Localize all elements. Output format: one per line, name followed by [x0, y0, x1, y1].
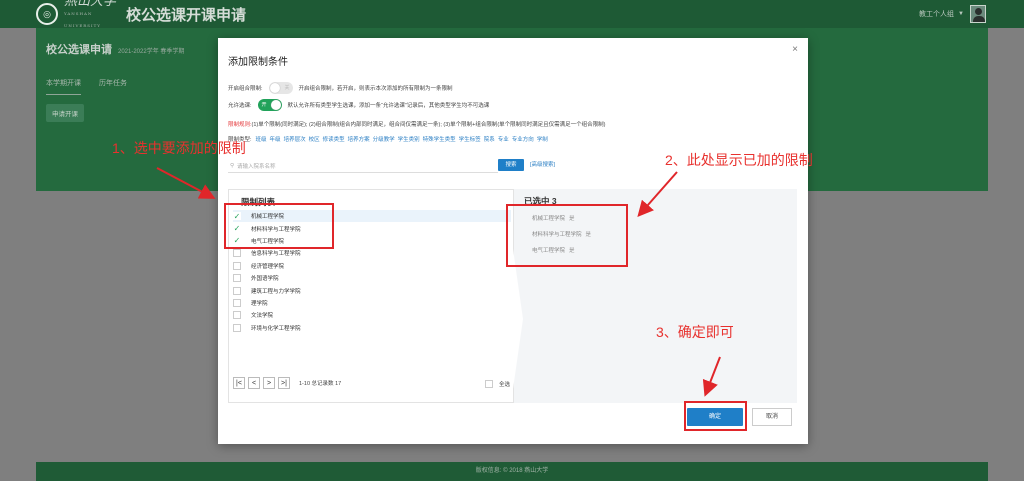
type-links: 班级 年级 培养层次 校区 修读类型 培养方案 分级教学 学生类别 特殊学生类型… [256, 135, 548, 143]
search-input[interactable]: ⚲ 请输入院系名称 [228, 159, 498, 173]
next-page-button[interactable]: > [263, 377, 275, 389]
type-link[interactable]: 分级教学 [373, 135, 395, 143]
type-link[interactable]: 班级 [256, 135, 267, 143]
panel-divider [513, 249, 523, 389]
footer: 版权信息: © 2018 燕山大学 [36, 462, 988, 481]
list-item-label: 信息科学与工程学院 [251, 251, 301, 258]
highlight-confirm-button [684, 401, 747, 431]
rule-text: (1)单个限制(同时满足); (2)组合限制(组合内部同时满足，组合间仅需满足一… [251, 122, 606, 128]
select-all[interactable]: 全选 [485, 380, 510, 388]
dialog-title: 添加限制条件 [228, 57, 288, 68]
page-info: 1-10 总记录数 17 [299, 381, 342, 387]
type-link[interactable]: 专业 [498, 135, 509, 143]
list-item[interactable]: 外国语学院 [233, 272, 511, 284]
app-title: 校公选课开课申请 [126, 6, 247, 24]
term-label: 2021-2022学年 春季学期 [118, 49, 185, 55]
top-bar: ◎ 燕山大学 YANSHAN UNIVERSITY 校公选课开课申请 教工个人组 … [0, 0, 1024, 28]
checkbox[interactable] [233, 261, 241, 270]
combo-desc: 开启组合限制，若开启，则表示本次添加的所有限制为一条限制 [298, 86, 453, 92]
type-link[interactable]: 修读类型 [323, 135, 345, 143]
list-item-label: 文法学院 [251, 313, 274, 320]
cancel-button[interactable]: 取消 [752, 408, 792, 426]
checkbox[interactable] [233, 274, 241, 283]
close-icon[interactable]: × [792, 44, 798, 55]
list-item-label: 环境与化学工程学院 [251, 325, 301, 332]
list-item[interactable]: 文法学院 [233, 309, 511, 321]
highlight-selected-items [506, 204, 628, 267]
checkbox[interactable] [233, 323, 241, 332]
allow-row: 允许选课: 开 默认允许所有类型学生选课，添加一条“允许选课”记录后，其他类型学… [228, 99, 489, 111]
type-link[interactable]: 特殊学生类型 [423, 135, 456, 143]
list-item[interactable]: 环境与化学工程学院 [233, 322, 511, 334]
type-row: 限制类型: 班级 年级 培养层次 校区 修读类型 培养方案 分级教学 学生类别 … [228, 135, 548, 143]
type-link[interactable]: 学生标签 [459, 135, 481, 143]
checkbox[interactable] [233, 286, 241, 295]
tab-current-term[interactable]: 本学期开课 [46, 78, 81, 95]
last-page-button[interactable]: >| [278, 377, 290, 389]
user-label: 教工个人组 [919, 11, 955, 18]
rule-label: 限制规则: [228, 122, 252, 128]
first-page-button[interactable]: |< [233, 377, 245, 389]
page-tabs: 本学期开课 历年任务 [46, 78, 127, 95]
apply-course-button[interactable]: 申请开课 [46, 104, 84, 122]
type-link[interactable]: 校区 [309, 135, 320, 143]
allow-label: 允许选课: [228, 103, 252, 109]
type-link[interactable]: 培养层次 [284, 135, 306, 143]
list-item-label: 建筑工程与力学学院 [251, 288, 301, 295]
pager: |< < > >| 1-10 总记录数 17 [233, 377, 341, 389]
list-item-label: 理学院 [251, 300, 268, 307]
allow-desc: 默认允许所有类型学生选课，添加一条“允许选课”记录后，其他类型学生均不可选课 [287, 103, 490, 109]
list-item-label: 外国语学院 [251, 276, 279, 283]
user-menu[interactable]: 教工个人组 ▼ [919, 5, 986, 23]
type-link[interactable]: 学制 [537, 135, 548, 143]
list-item[interactable]: 经济管理学院 [233, 260, 511, 272]
type-link[interactable]: 培养方案 [348, 135, 370, 143]
select-all-checkbox[interactable] [485, 380, 493, 388]
type-link[interactable]: 院系 [484, 135, 495, 143]
search-button[interactable]: 搜索 [498, 159, 524, 171]
page-title: 校公选课申请 2021-2022学年 春季学期 [46, 44, 185, 56]
tab-history[interactable]: 历年任务 [99, 78, 127, 95]
avatar[interactable] [970, 5, 986, 23]
combo-toggle[interactable]: 关 [268, 82, 293, 94]
type-link[interactable]: 专业方向 [512, 135, 534, 143]
annotation-step2: 2、此处显示已加的限制 [665, 152, 813, 168]
university-logo-icon: ◎ [36, 3, 58, 25]
annotation-step3: 3、确定即可 [656, 324, 734, 340]
prev-page-button[interactable]: < [248, 377, 260, 389]
search-icon: ⚲ [230, 162, 235, 169]
list-item[interactable]: 理学院 [233, 297, 511, 309]
list-item[interactable]: 建筑工程与力学学院 [233, 284, 511, 296]
combo-label: 开启组合限制: [228, 86, 263, 92]
allow-toggle[interactable]: 开 [257, 99, 282, 111]
select-all-label: 全选 [499, 382, 511, 388]
caret-down-icon: ▼ [958, 11, 964, 17]
checkbox[interactable] [233, 298, 241, 307]
type-link[interactable]: 学生类别 [398, 135, 420, 143]
highlight-checked-items [224, 203, 334, 249]
list-item-label: 经济管理学院 [251, 263, 285, 270]
annotation-step1: 1、选中要添加的限制 [112, 140, 246, 156]
advanced-search-link[interactable]: [高级搜索] [530, 160, 555, 168]
type-link[interactable]: 年级 [270, 135, 281, 143]
list-item[interactable]: 信息科学与工程学院 [233, 247, 511, 259]
checkbox[interactable] [233, 249, 241, 258]
checkbox[interactable] [233, 311, 241, 320]
combo-row: 开启组合限制: 关 开启组合限制，若开启，则表示本次添加的所有限制为一条限制 [228, 82, 453, 94]
rule-row: 限制规则: (1)单个限制(同时满足); (2)组合限制(组合内部同时满足，组合… [228, 120, 606, 128]
